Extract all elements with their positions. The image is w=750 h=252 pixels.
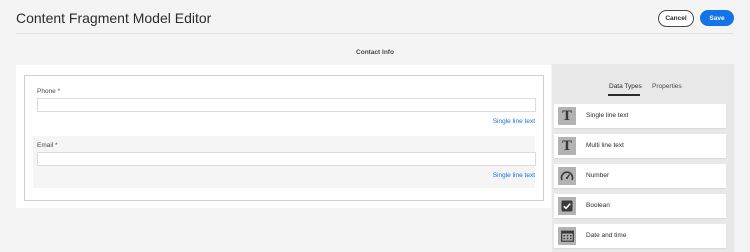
text-icon: T <box>558 137 576 155</box>
data-type-date-and-time[interactable]: Date and time <box>554 224 726 248</box>
cancel-button[interactable]: Cancel <box>658 10 694 27</box>
field-label: Email * <box>37 142 58 149</box>
data-type-label: Boolean <box>586 202 610 209</box>
model-name: Contact Info <box>356 49 394 56</box>
tab-properties[interactable]: Properties <box>652 83 682 90</box>
save-button[interactable]: Save <box>700 10 734 26</box>
calendar-icon <box>558 227 576 245</box>
field-email[interactable]: Email * Single line text <box>33 136 536 188</box>
model-canvas: Phone * Single line text Email * Single … <box>16 65 551 208</box>
data-type-number[interactable]: Number <box>554 164 726 188</box>
field-label: Phone * <box>37 88 61 95</box>
data-type-multi-line-text[interactable]: T Multi line text <box>554 134 726 158</box>
active-tab-indicator <box>608 94 640 96</box>
data-type-label: Multi line text <box>586 142 624 149</box>
form-drop-zone[interactable]: Phone * Single line text Email * Single … <box>24 75 544 201</box>
data-type-label: Single line text <box>586 112 629 119</box>
header-bar: Content Fragment Model Editor Cancel Sav… <box>0 0 750 36</box>
tab-data-types[interactable]: Data Types <box>609 83 642 90</box>
data-type-label: Date and time <box>586 232 627 239</box>
checkbox-icon <box>558 197 576 215</box>
field-type-label: Single line text <box>492 118 535 125</box>
field-phone[interactable]: Phone * Single line text <box>33 82 536 128</box>
data-type-label: Number <box>586 172 610 179</box>
text-icon: T <box>558 107 576 125</box>
field-type-label: Single line text <box>492 172 535 179</box>
phone-input[interactable] <box>37 98 536 112</box>
data-type-single-line-text[interactable]: T Single line text <box>554 104 726 128</box>
panel-tabs: Data Types Properties <box>552 80 734 100</box>
gauge-icon <box>558 167 576 185</box>
data-types-panel: Data Types Properties T Single line text… <box>552 64 734 252</box>
data-type-boolean[interactable]: Boolean <box>554 194 726 218</box>
page-title: Content Fragment Model Editor <box>16 10 212 26</box>
email-input[interactable] <box>37 152 536 166</box>
header-divider <box>16 33 734 34</box>
